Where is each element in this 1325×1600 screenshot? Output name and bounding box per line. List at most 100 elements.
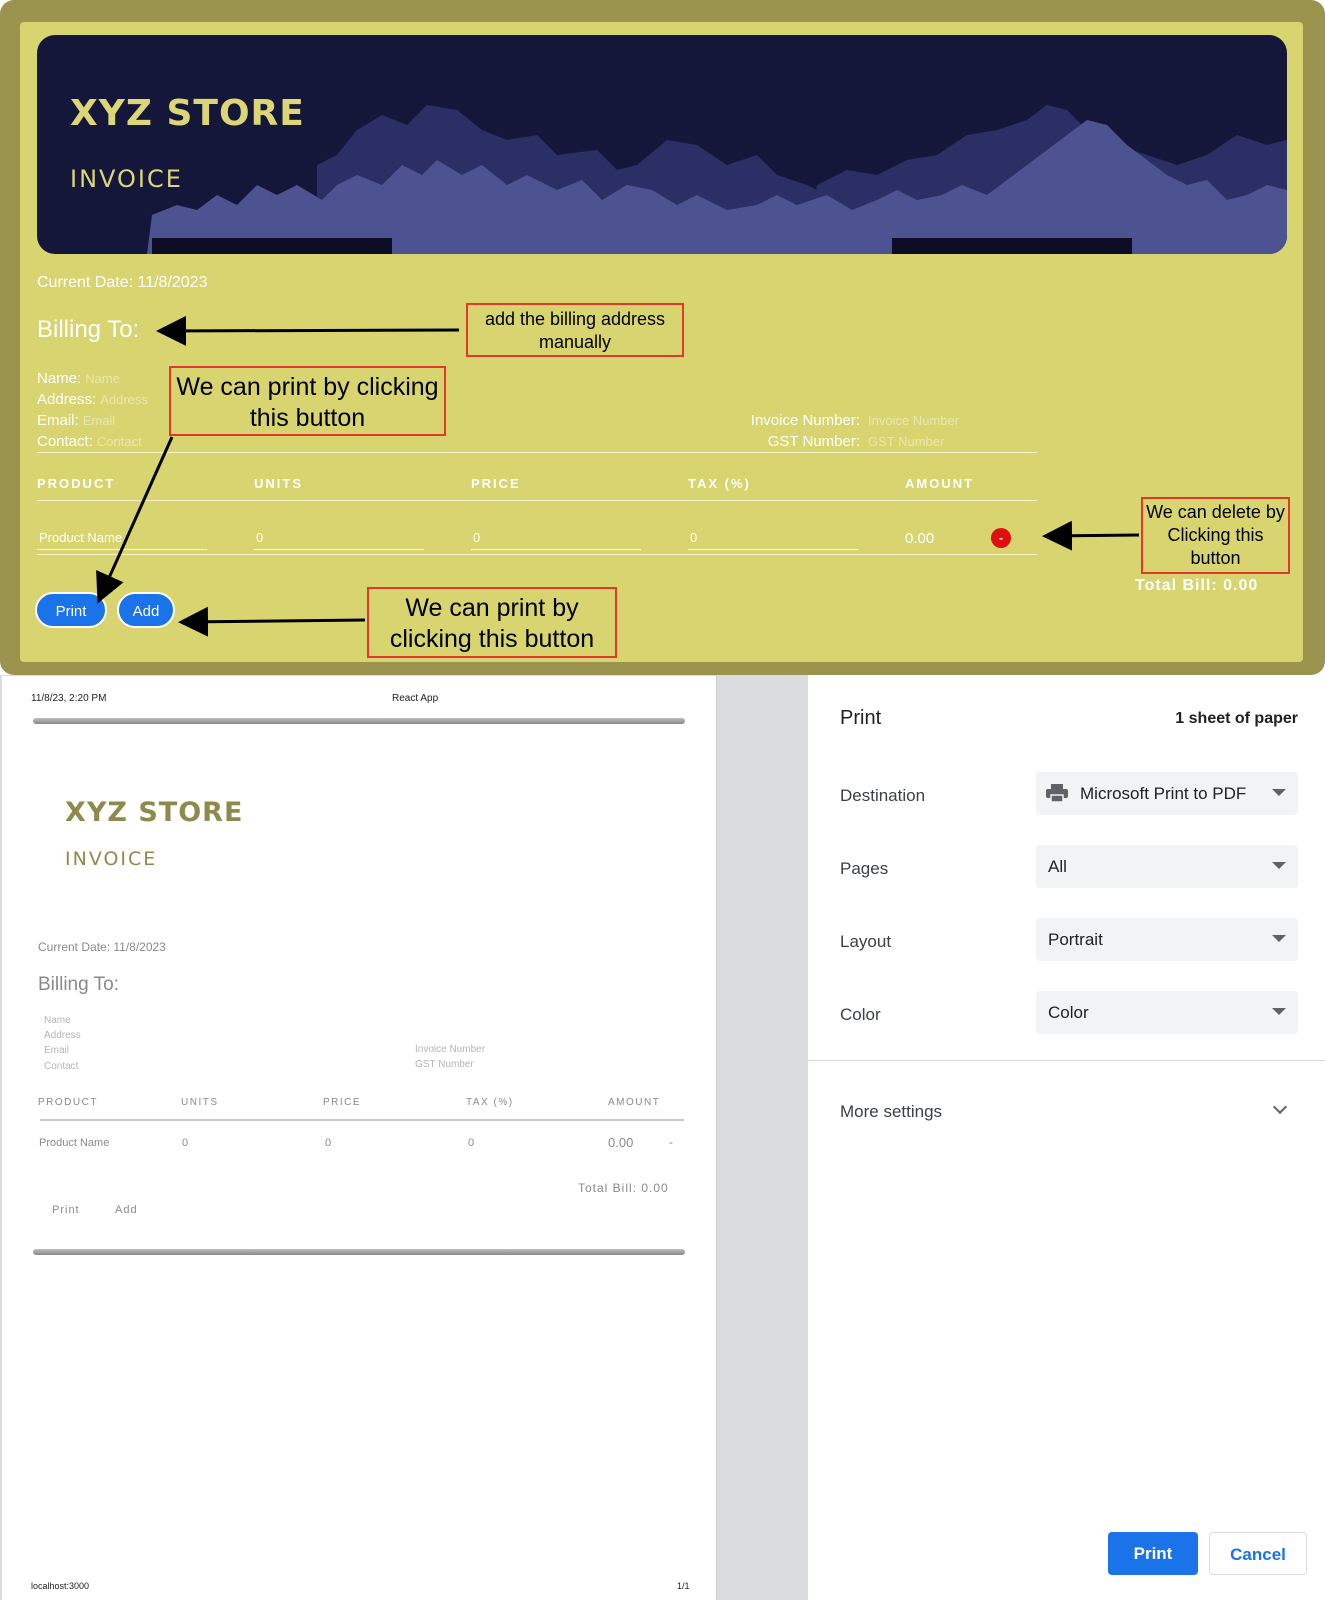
preview-address-placeholder: Address [44, 1030, 81, 1041]
preview-invoice-number-placeholder: Invoice Number [415, 1044, 486, 1055]
col-header-price: PRICE [471, 476, 521, 491]
name-field[interactable]: Name: Name [37, 368, 148, 389]
product-name-input[interactable]: Product Name [37, 526, 207, 550]
billing-heading: Billing To: [37, 316, 140, 343]
contact-field[interactable]: Contact: Contact [37, 431, 148, 452]
destination-value: Microsoft Print to PDF [1080, 784, 1247, 803]
color-select[interactable]: Color [1036, 991, 1298, 1034]
layout-value: Portrait [1048, 930, 1103, 949]
contact-label: Contact: [37, 433, 93, 450]
preview-current-date: Current Date: 11/8/2023 [38, 940, 166, 954]
preview-email-placeholder: Email [44, 1045, 70, 1056]
preview-gst-number-placeholder: GST Number [415, 1059, 474, 1070]
table-top-divider [37, 452, 1037, 453]
gst-number-input[interactable]: GST Number [868, 431, 944, 452]
callout-print: We can print by clicking this button [169, 366, 446, 436]
preview-price: 0 [325, 1137, 332, 1149]
destination-select[interactable]: Microsoft Print to PDF [1036, 772, 1298, 815]
email-field[interactable]: Email: Email [37, 410, 148, 431]
col-header-product: PRODUCT [37, 476, 116, 491]
invoice-number-label: Invoice Number: [750, 412, 860, 429]
table-header-divider [37, 500, 1037, 501]
invoice-number-field[interactable]: Invoice Number: Invoice Number [730, 410, 990, 431]
current-date: Current Date: 11/8/2023 [37, 274, 208, 291]
preview-units: 0 [182, 1137, 189, 1149]
printer-icon [1046, 784, 1068, 802]
page-bottom-rule [33, 1249, 685, 1255]
preview-print-label: Print [52, 1204, 80, 1216]
total-bill: Total Bill: 0.00 [1135, 577, 1259, 594]
color-label: Color [840, 1005, 881, 1024]
pages-value: All [1048, 857, 1067, 876]
more-settings-toggle[interactable]: More settings [840, 1102, 942, 1122]
print-dialog: Print 1 sheet of paper Destination Micro… [808, 675, 1325, 1600]
address-input[interactable]: Address [100, 392, 148, 407]
destination-label: Destination [840, 786, 926, 805]
preview-tax: 0 [468, 1137, 475, 1149]
callout-billing: add the billing address manually [466, 303, 684, 357]
page-header-title: React App [392, 693, 439, 704]
name-input[interactable]: Name [85, 371, 120, 386]
contact-input[interactable]: Contact [97, 434, 142, 449]
chevron-down-icon [1272, 1008, 1286, 1015]
preview-product-name: Product Name [39, 1137, 110, 1149]
preview-col-product: PRODUCT [38, 1097, 98, 1108]
preview-contact-placeholder: Contact [44, 1061, 79, 1072]
callout-delete: We can delete by Clicking this button [1141, 497, 1290, 574]
preview-amount: 0.00 [608, 1135, 634, 1150]
email-label: Email: [37, 412, 79, 429]
store-name: XYZ STORE [70, 93, 305, 134]
table-bottom-divider [37, 554, 1037, 555]
preview-billing-heading: Billing To: [38, 974, 119, 995]
color-value: Color [1048, 1003, 1089, 1022]
add-button[interactable]: Add [117, 592, 175, 628]
col-header-amount: AMOUNT [905, 476, 975, 491]
gst-number-label: GST Number: [767, 433, 860, 450]
preview-col-units: UNITS [181, 1097, 219, 1108]
delete-row-button[interactable]: - [991, 528, 1011, 548]
dialog-title: Print [840, 707, 882, 729]
tax-input[interactable]: 0 [688, 526, 858, 550]
address-field[interactable]: Address: Address [37, 389, 148, 410]
dialog-cancel-button[interactable]: Cancel [1209, 1532, 1307, 1575]
layout-select[interactable]: Portrait [1036, 918, 1298, 961]
col-header-tax: TAX (%) [688, 476, 751, 491]
pages-label: Pages [840, 859, 889, 878]
preview-table-divider [40, 1119, 684, 1121]
preview-col-tax: TAX (%) [466, 1097, 514, 1108]
preview-col-amount: AMOUNT [608, 1097, 661, 1108]
preview-store-name: XYZ STORE [65, 797, 244, 828]
preview-total-bill: Total Bill: 0.00 [578, 1181, 669, 1195]
price-input[interactable]: 0 [471, 526, 641, 550]
pages-select[interactable]: All [1036, 845, 1298, 888]
invoice-title: INVOICE [70, 165, 183, 193]
billing-fields: Name: Name Address: Address Email: Email Co… [37, 368, 148, 452]
preview-name-placeholder: Name [44, 1015, 71, 1026]
print-preview-page: 11/8/23, 2:20 PM React App XYZ STORE INV… [2, 676, 717, 1600]
chevron-down-icon [1272, 935, 1286, 942]
chevron-down-icon [1272, 789, 1286, 796]
preview-col-price: PRICE [323, 1097, 362, 1108]
preview-delete: - [669, 1135, 673, 1149]
units-input[interactable]: 0 [254, 526, 424, 550]
email-input[interactable]: Email [83, 413, 116, 428]
preview-invoice-title: INVOICE [65, 848, 158, 870]
page-header-date: 11/8/23, 2:20 PM [31, 693, 107, 704]
page-footer-number: 1/1 [677, 1581, 690, 1591]
gst-number-field[interactable]: GST Number: GST Number [730, 431, 990, 452]
invoice-number-input[interactable]: Invoice Number [868, 410, 959, 431]
expand-chevron-icon[interactable] [1272, 1099, 1288, 1115]
col-header-units: UNITS [254, 476, 303, 491]
callout-add: We can print by clicking this button [367, 587, 617, 658]
chevron-down-icon [1272, 862, 1286, 869]
row-amount: 0.00 [905, 530, 935, 547]
name-label: Name: [37, 370, 82, 387]
dialog-print-button[interactable]: Print [1108, 1532, 1198, 1575]
page-footer-url: localhost:3000 [31, 1581, 90, 1591]
address-label: Address: [37, 391, 97, 408]
page-top-rule [33, 718, 685, 724]
sheet-count: 1 sheet of paper [1175, 710, 1298, 727]
invoice-meta-fields: Invoice Number: Invoice Number GST Number… [730, 410, 990, 452]
print-button[interactable]: Print [35, 592, 107, 628]
layout-label: Layout [840, 932, 892, 951]
